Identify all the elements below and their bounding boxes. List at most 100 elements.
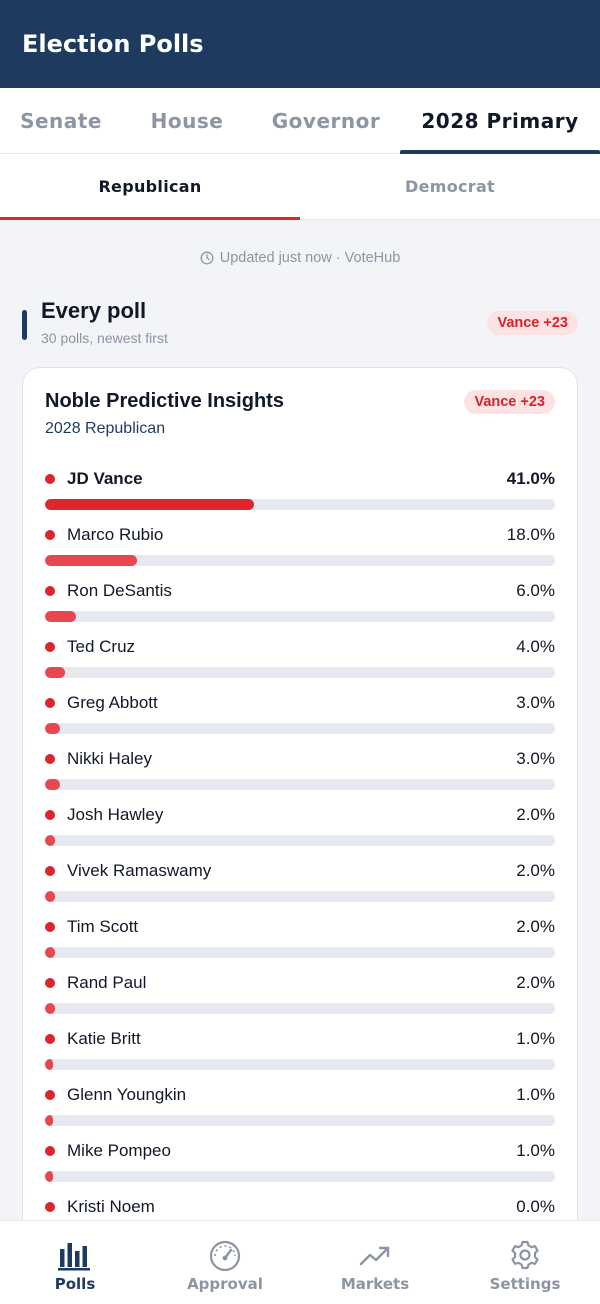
tab-2028-primary[interactable]: 2028 Primary	[400, 88, 600, 154]
poll-card[interactable]: Noble Predictive Insights 2028 Republica…	[22, 367, 578, 1267]
candidate-name: Marco Rubio	[67, 525, 164, 544]
gear-icon	[511, 1240, 539, 1270]
candidate-pct: 2.0%	[516, 805, 555, 824]
poll-race-name: 2028 Republican	[45, 420, 166, 437]
candidate-bar-fill	[45, 667, 66, 678]
candidate-dot	[45, 642, 55, 652]
candidate-pct: 1.0%	[516, 1141, 555, 1160]
candidate-bar-fill	[45, 611, 76, 622]
clock-icon	[200, 251, 214, 265]
candidate-row: Tim Scott 2.0%	[45, 916, 555, 972]
tab-governor[interactable]: Governor	[252, 88, 400, 153]
candidate-name: Tim Scott	[67, 917, 139, 936]
candidate-dot	[45, 698, 55, 708]
candidate-dot	[45, 1146, 55, 1156]
app-title: Election Polls	[22, 30, 204, 58]
candidate-row: Mike Pompeo 1.0%	[45, 1140, 555, 1196]
candidate-bar-track	[45, 1003, 555, 1014]
candidate-row: JD Vance 41.0%	[45, 468, 555, 524]
candidate-row: Vivek Ramaswamy 2.0%	[45, 860, 555, 916]
candidate-pct: 2.0%	[516, 861, 555, 880]
nav-markets[interactable]: Markets	[300, 1221, 450, 1304]
nav-polls-label: Polls	[54, 1275, 96, 1293]
candidate-bar-track	[45, 1171, 555, 1182]
candidate-name: Katie Britt	[67, 1029, 141, 1048]
candidate-row: Greg Abbott 3.0%	[45, 692, 555, 748]
leader-badge: Vance +23	[487, 311, 578, 335]
candidate-name: Ted Cruz	[67, 637, 136, 656]
candidate-pct: 3.0%	[516, 749, 555, 768]
section-header: Every poll 30 polls, newest first Vance …	[22, 296, 578, 366]
candidate-name: Kristi Noem	[67, 1197, 155, 1216]
candidate-bar-fill	[45, 891, 56, 902]
nav-settings-label: Settings	[489, 1275, 561, 1293]
candidate-pct: 41.0%	[506, 469, 555, 488]
bottom-nav: Polls Approval Markets Settings	[0, 1220, 600, 1304]
nav-polls[interactable]: Polls	[0, 1221, 150, 1304]
nav-approval[interactable]: Approval	[150, 1221, 300, 1304]
candidate-pct: 3.0%	[516, 693, 555, 712]
candidate-row: Glenn Youngkin 1.0%	[45, 1084, 555, 1140]
candidate-name: Vivek Ramaswamy	[67, 861, 212, 880]
candidate-bar-track	[45, 891, 555, 902]
candidate-bar-fill	[45, 947, 56, 958]
candidate-name: JD Vance	[67, 469, 143, 488]
candidate-dot	[45, 1034, 55, 1044]
candidate-row: Ted Cruz 4.0%	[45, 636, 555, 692]
nav-settings[interactable]: Settings	[450, 1221, 600, 1304]
tab-republican[interactable]: Republican	[0, 154, 300, 220]
candidate-dot	[45, 810, 55, 820]
candidate-bar-track	[45, 1059, 555, 1070]
tab-house[interactable]: House	[122, 88, 252, 153]
candidate-pct: 4.0%	[516, 637, 555, 656]
candidate-list: JD Vance 41.0% Marco Rubio 18.0% Ron DeSanti…	[45, 468, 555, 1252]
section-title: Every poll	[41, 298, 147, 323]
party-tabs: Republican Democrat	[0, 154, 600, 220]
candidate-pct: 2.0%	[516, 917, 555, 936]
tab-democrat[interactable]: Democrat	[300, 154, 600, 219]
candidate-name: Glenn Youngkin	[67, 1085, 187, 1104]
candidate-bar-fill	[45, 1003, 56, 1014]
tab-senate[interactable]: Senate	[0, 88, 122, 153]
candidate-name: Josh Hawley	[67, 805, 164, 824]
candidate-name: Greg Abbott	[67, 693, 158, 712]
candidate-bar-track	[45, 499, 555, 510]
candidate-name: Mike Pompeo	[67, 1141, 171, 1160]
candidate-pct: 2.0%	[516, 973, 555, 992]
candidate-bar-fill	[45, 499, 255, 510]
nav-approval-label: Approval	[187, 1275, 263, 1293]
candidate-bar-track	[45, 947, 555, 958]
candidate-bar-fill	[45, 1115, 54, 1126]
candidate-dot	[45, 1202, 55, 1212]
bar-chart-icon	[58, 1243, 90, 1271]
nav-markets-label: Markets	[340, 1275, 410, 1293]
candidate-bar-track	[45, 1115, 555, 1126]
candidate-name: Nikki Haley	[67, 749, 153, 768]
candidate-bar-track	[45, 611, 555, 622]
poll-card-header: Noble Predictive Insights 2028 Republica…	[45, 390, 555, 468]
candidate-name: Rand Paul	[67, 973, 147, 992]
race-tabs: Senate House Governor 2028 Primary	[0, 88, 600, 154]
candidate-bar-track	[45, 555, 555, 566]
candidate-dot	[45, 866, 55, 876]
candidate-dot	[45, 474, 55, 484]
candidate-row: Ron DeSantis 6.0%	[45, 580, 555, 636]
candidate-name: Ron DeSantis	[67, 581, 172, 600]
updated-status: Updated just now · VoteHub	[0, 220, 600, 296]
section-subtitle: 30 polls, newest first	[41, 330, 168, 346]
poll-margin-badge: Vance +23	[464, 390, 555, 414]
candidate-row: Katie Britt 1.0%	[45, 1028, 555, 1084]
updated-text: Updated just now · VoteHub	[219, 250, 401, 266]
candidate-bar-fill	[45, 1171, 54, 1182]
candidate-pct: 18.0%	[506, 525, 555, 544]
app-header: Election Polls	[0, 0, 600, 88]
candidate-pct: 1.0%	[516, 1085, 555, 1104]
candidate-bar-track	[45, 667, 555, 678]
candidate-row: Josh Hawley 2.0%	[45, 804, 555, 860]
candidate-dot	[45, 754, 55, 764]
candidate-pct: 1.0%	[516, 1029, 555, 1048]
trending-up-icon	[359, 1246, 390, 1266]
candidate-pct: 0.0%	[516, 1197, 555, 1216]
candidate-bar-track	[45, 779, 555, 790]
section-accent-bar	[22, 310, 27, 340]
